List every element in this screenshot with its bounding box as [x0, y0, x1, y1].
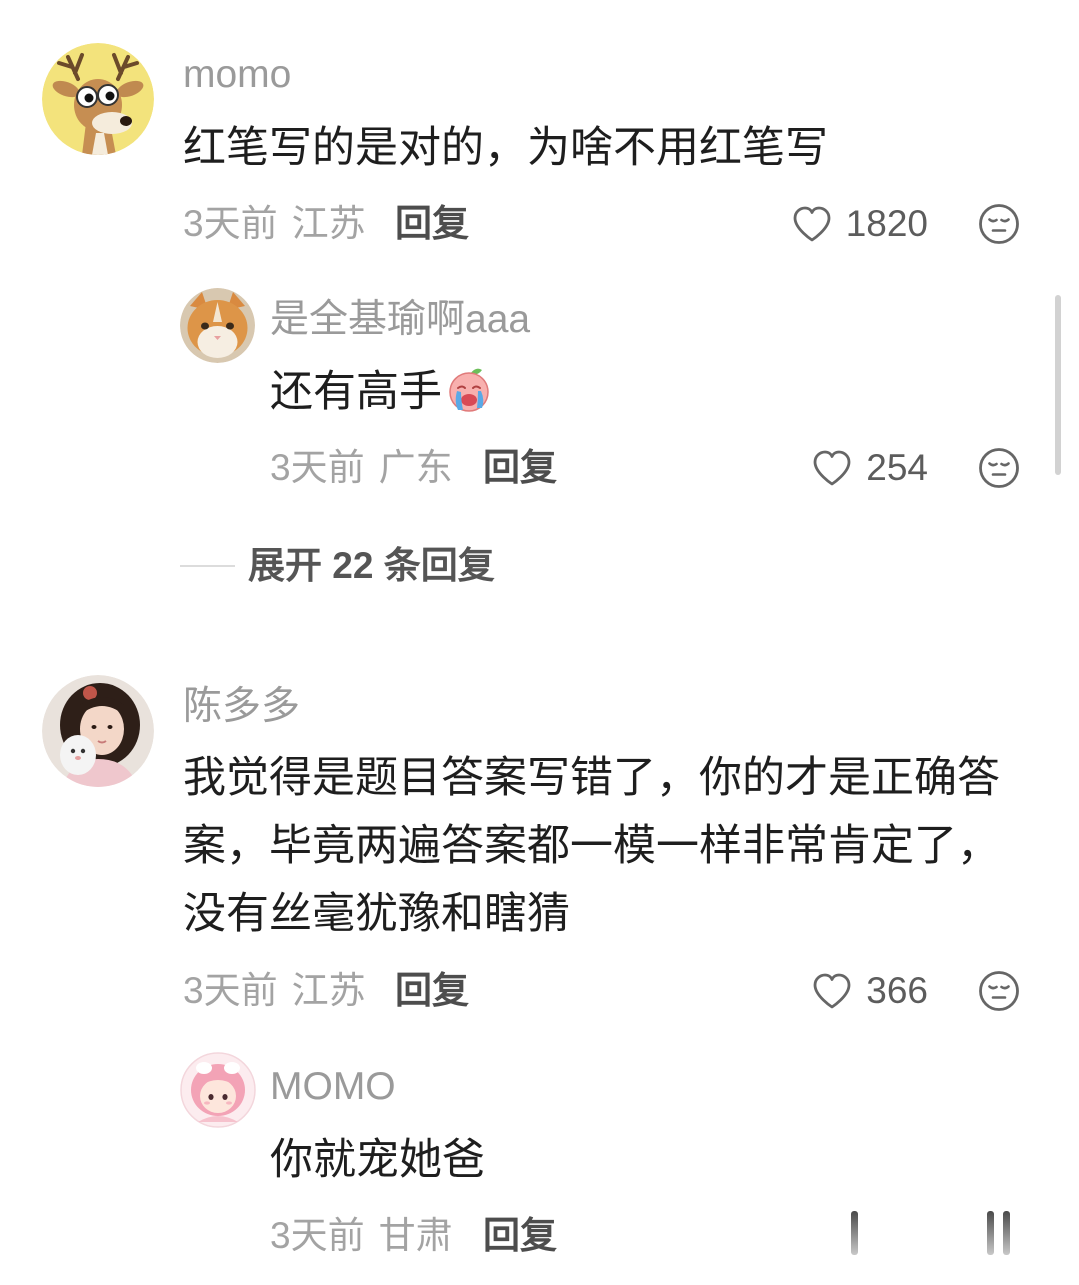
reply-text-row: 还有高手 [270, 358, 494, 426]
replier-username[interactable]: MOMO [270, 1062, 396, 1112]
heart-icon [793, 206, 831, 242]
like-button[interactable]: 254 [812, 443, 928, 493]
reply-button[interactable]: 回复 [483, 1211, 557, 1261]
comment-meta: 3天前 江苏 [183, 966, 366, 1016]
comment-time: 3天前 [183, 970, 278, 1011]
reply-meta: 3天前 甘肃 [270, 1211, 453, 1261]
heart-icon [813, 450, 851, 486]
crying-face-emoji-icon [449, 368, 489, 412]
neutral-face-icon [979, 204, 1019, 244]
commenter-avatar[interactable] [42, 43, 154, 155]
scrollbar[interactable] [1055, 295, 1061, 475]
reply-text: 还有高手 [270, 368, 442, 416]
replier-username[interactable]: 是全基瑜啊aaa [270, 295, 530, 345]
expand-divider [180, 565, 235, 567]
reply-location: 甘肃 [378, 1215, 453, 1256]
replier-avatar[interactable] [180, 288, 255, 363]
commenter-username[interactable]: 陈多多 [183, 682, 300, 732]
like-button[interactable]: 366 [812, 966, 928, 1016]
reply-time: 3天前 [270, 1215, 365, 1256]
comment-meta: 3天前 江苏 [183, 199, 366, 249]
expand-replies-button[interactable]: 展开 22 条回复 [248, 541, 495, 591]
reply-location: 广东 [378, 447, 453, 488]
commenter-avatar[interactable] [42, 675, 154, 787]
dislike-button[interactable] [978, 970, 1020, 1012]
neutral-face-icon [979, 448, 1019, 488]
comment-location: 江苏 [291, 203, 366, 244]
dislike-icon-fragment[interactable] [1003, 1211, 1010, 1255]
commenter-username[interactable]: momo [183, 50, 291, 100]
like-button[interactable]: 1820 [792, 199, 928, 249]
comment-text: 红笔写的是对的，为啥不用红笔写 [183, 124, 828, 172]
reply-time: 3天前 [270, 447, 365, 488]
comment-location: 江苏 [291, 970, 366, 1011]
comment-list: momo 红笔写的是对的，为啥不用红笔写 3天前 江苏 回复 1820 是全基瑜… [0, 0, 1079, 1285]
dislike-button[interactable] [978, 203, 1020, 245]
reply-button[interactable]: 回复 [395, 966, 469, 1016]
reply-text: 你就宠她爸 [270, 1136, 485, 1184]
like-count: 254 [866, 447, 928, 488]
deer-avatar-icon [42, 43, 154, 155]
like-count: 1820 [845, 203, 928, 244]
neutral-face-icon [979, 971, 1019, 1011]
heart-icon [813, 973, 851, 1009]
like-icon-fragment[interactable] [851, 1211, 858, 1255]
dislike-button[interactable] [978, 447, 1020, 489]
reply-meta: 3天前 广东 [270, 443, 453, 493]
pink-character-avatar-icon [180, 1052, 256, 1128]
cat-avatar-icon [180, 288, 255, 363]
replier-avatar[interactable] [180, 1052, 256, 1128]
dislike-icon-fragment[interactable] [987, 1211, 994, 1255]
like-count: 366 [866, 970, 928, 1011]
reply-button[interactable]: 回复 [483, 443, 557, 493]
girl-photo-avatar-icon [42, 675, 154, 787]
reply-button[interactable]: 回复 [395, 199, 469, 249]
comment-text: 我觉得是题目答案写错了，你的才是正确答案，毕竟两遍答案都一模一样非常肯定了，没有… [183, 754, 1000, 938]
comment-time: 3天前 [183, 203, 278, 244]
